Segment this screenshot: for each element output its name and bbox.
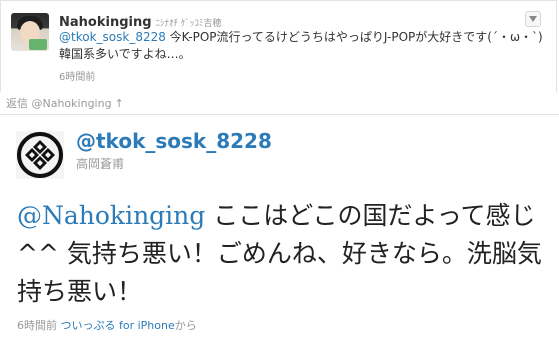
- reply-tweet-text: @tkok_sosk_8228 今K-POP流行ってるけどうちはやっぱりJ-PO…: [59, 29, 549, 63]
- main-mention-link[interactable]: @Nahokinging: [17, 201, 205, 230]
- up-arrow-icon: ↑: [114, 97, 124, 110]
- reply-text-line1: 今K-POP流行ってるけどうちはやっぱりJ-POPが大好きです(´・ω・`): [165, 30, 543, 44]
- reply-name-row: Nahokinging ﾆｼﾅｵﾁ ｹﾞｯｺﾐ吉穂: [59, 11, 221, 30]
- via-client-link[interactable]: ついっぷる for iPhone: [61, 319, 175, 332]
- reply-full-name: ﾆｼﾅｵﾁ ｹﾞｯｺﾐ吉穂: [155, 19, 222, 29]
- family-crest-icon: [16, 131, 64, 179]
- main-screen-name[interactable]: @tkok_sosk_8228: [76, 129, 272, 153]
- in-reply-to-text: 返信 @Nahokinging: [6, 97, 112, 110]
- via-suffix: から: [174, 319, 197, 332]
- avatar[interactable]: [11, 13, 49, 51]
- main-meta: 6時間前 ついっぷる for iPhoneから: [17, 317, 197, 333]
- reply-tweet: Nahokinging ﾆｼﾅｵﾁ ｹﾞｯｺﾐ吉穂 @tkok_sosk_8228…: [0, 0, 557, 92]
- main-tweet-text: @Nahokinging ここはどこの国だよって感じ^^ 気持ち悪い！ごめんね、…: [17, 197, 547, 311]
- reply-text-line2: 韓国系多いですよね…。: [59, 47, 191, 61]
- main-full-name: 高岡蒼甫: [76, 157, 125, 171]
- avatar[interactable]: [16, 131, 64, 179]
- reply-timestamp[interactable]: 6時間前: [59, 68, 95, 83]
- chevron-down-icon[interactable]: [525, 11, 541, 27]
- reply-screen-name[interactable]: Nahokinging: [59, 15, 152, 30]
- main-tweet: @tkok_sosk_8228 高岡蒼甫 @Nahokinging ここはどこの…: [0, 114, 559, 338]
- in-reply-to-strip[interactable]: 返信 @Nahokinging ↑: [0, 92, 559, 114]
- main-timestamp[interactable]: 6時間前: [17, 319, 57, 332]
- reply-mention-link[interactable]: @tkok_sosk_8228: [59, 30, 166, 44]
- avatar-tray: [29, 39, 47, 50]
- chevron-down-glyph: [529, 16, 537, 22]
- in-reply-to-label: 返信 @Nahokinging ↑: [6, 95, 124, 111]
